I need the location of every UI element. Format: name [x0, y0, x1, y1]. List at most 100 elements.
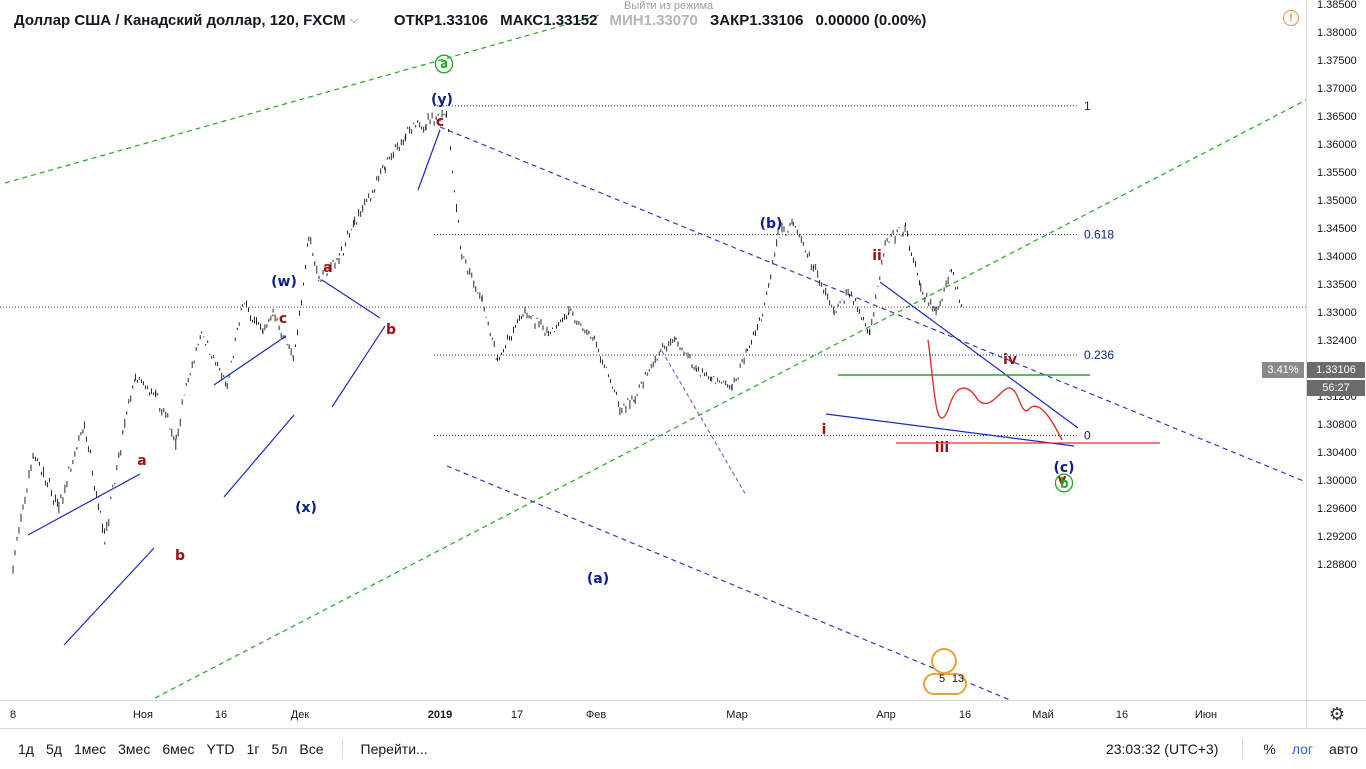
- goto-button[interactable]: Перейти...: [355, 741, 434, 757]
- fib-level-label: 1: [1084, 99, 1091, 113]
- price-tick-label: 1.38000: [1317, 27, 1357, 39]
- timeframe-button[interactable]: 3мес: [112, 741, 156, 757]
- wave-label: ii: [872, 248, 882, 264]
- price-tick-label: 1.38500: [1317, 0, 1357, 11]
- green-channel-upper: [4, 14, 601, 184]
- wave-label: iv: [1003, 352, 1017, 368]
- wave-label: (y): [431, 92, 453, 108]
- time-tick-label: 8: [9, 709, 17, 721]
- event-count-badge: 13: [952, 673, 964, 685]
- canada-flag-icon: [931, 648, 957, 674]
- auto-toggle[interactable]: авто: [1321, 741, 1366, 757]
- purple-trendline: [661, 350, 747, 496]
- close-value: 1.33106: [749, 11, 804, 29]
- time-tick-label: 17: [510, 709, 524, 721]
- divider: [1242, 739, 1244, 759]
- trend-line: [213, 335, 287, 386]
- wave-label: i: [822, 422, 827, 438]
- symbol-title[interactable]: Доллар США / Канадский доллар, 120, FXCM: [14, 12, 346, 29]
- timeframe-button[interactable]: YTD: [201, 741, 241, 757]
- time-tick-label: Апр: [876, 709, 896, 721]
- divider: [341, 739, 343, 759]
- price-tick-label: 1.33500: [1317, 279, 1357, 291]
- blue-channel-upper: [439, 126, 1306, 483]
- timeframe-button[interactable]: Все: [293, 741, 329, 757]
- price-tick-label: 1.33000: [1317, 307, 1357, 319]
- change-value: 0.00000 (0.00%): [815, 11, 927, 29]
- percent-toggle[interactable]: %: [1255, 741, 1283, 757]
- price-tick-label: 1.29200: [1317, 531, 1357, 543]
- bottom-toolbar: 1д 5д 1мес 3мес 6мес YTD 1г 5л Все Перейти... 23…: [0, 728, 1366, 769]
- price-axis[interactable]: 1.38500 1.38000 1.37500 1.37000 1.36500 1.360…: [1306, 0, 1366, 700]
- price-tick-label: 1.28800: [1317, 559, 1357, 571]
- exit-mode-tooltip: Выйти из режима: [624, 0, 714, 12]
- low-label: МИН: [609, 11, 644, 29]
- wave-label: ⓐ: [434, 53, 453, 76]
- price-chart[interactable]: 10.6180.2360 ⓐ(y)c(w)abcab(x)(b)iiiiiiiv…: [0, 0, 1306, 700]
- price-tick-label: 1.34000: [1317, 251, 1357, 263]
- price-tick-label: 1.35000: [1317, 195, 1357, 207]
- wave-label: (b): [760, 216, 783, 232]
- price-tick-label: 1.35500: [1317, 167, 1357, 179]
- trend-line: [879, 281, 1079, 429]
- wave-label: a: [137, 453, 146, 469]
- trend-line: [825, 413, 1075, 447]
- time-tick-label: Дек: [290, 709, 310, 721]
- close-label: ЗАКР: [709, 11, 750, 29]
- price-tick-label: 1.37000: [1317, 83, 1357, 95]
- wave-label: b: [386, 322, 396, 338]
- timeframe-button[interactable]: 5л: [265, 741, 293, 757]
- chart-area[interactable]: 1 0.618 0.236 0 ⓐ (y) c (w) a b c a b (x) (b) ii i iii iv…: [0, 0, 1306, 700]
- timeframe-button[interactable]: 1г: [241, 741, 266, 757]
- time-axis[interactable]: 8 Ноя 16 Дек 2019 17 Фев Мар Апр 16 Май 16 Июн: [0, 700, 1306, 729]
- high-value: 1.33152: [543, 11, 598, 29]
- time-tick-label: Ноя: [132, 709, 154, 721]
- time-tick-label: 2019: [427, 709, 453, 721]
- trend-line: [331, 325, 386, 408]
- price-tick-label: 1.30000: [1317, 475, 1357, 487]
- time-tick-label: 16: [214, 709, 228, 721]
- timeframe-button[interactable]: 1мес: [68, 741, 112, 757]
- price-tick-label: 1.29600: [1317, 503, 1357, 515]
- fib-level-label: 0.618: [1084, 228, 1114, 242]
- time-tick-label: 16: [958, 709, 972, 721]
- open-label: ОТКР: [393, 11, 434, 29]
- wave-label: c: [279, 311, 287, 327]
- log-toggle[interactable]: лог: [1284, 741, 1321, 757]
- price-tick-label: 1.30800: [1317, 419, 1357, 431]
- price-tick-label: 1.36500: [1317, 111, 1357, 123]
- time-tick-label: Мар: [726, 709, 748, 721]
- timeframe-button[interactable]: 6мес: [156, 741, 200, 757]
- current-price-label: 1.33106: [1307, 362, 1365, 378]
- time-tick-label: Фев: [585, 709, 607, 721]
- timeframe-button[interactable]: 1д: [12, 741, 40, 757]
- trend-line: [417, 129, 441, 191]
- current-price-percent: 3.41%: [1262, 362, 1304, 378]
- clock[interactable]: 23:03:32 (UTC+3): [1094, 741, 1230, 757]
- price-tick-label: 1.32400: [1317, 335, 1357, 347]
- symbol-legend: Доллар США / Канадский доллар, 120, FXCM…: [14, 8, 930, 32]
- chevron-down-icon[interactable]: ⌵: [350, 14, 358, 27]
- wave-label: c: [436, 114, 444, 130]
- trend-line: [321, 279, 381, 319]
- fib-level-label: 0: [1084, 429, 1091, 443]
- wave-label: (w): [271, 274, 297, 290]
- trend-line: [27, 473, 141, 536]
- high-label: МАКС: [500, 11, 544, 29]
- price-tick-label: 1.37500: [1317, 55, 1357, 67]
- trend-line: [223, 414, 295, 498]
- price-tick-label: 1.34500: [1317, 223, 1357, 235]
- alert-icon[interactable]: !: [1283, 10, 1299, 26]
- timeframe-button[interactable]: 5д: [40, 741, 68, 757]
- open-value: 1.33106: [433, 11, 489, 29]
- wave-label: ⓑ: [1054, 472, 1073, 495]
- timeframe-list: 1д 5д 1мес 3мес 6мес YTD 1г 5л Все: [12, 741, 330, 757]
- wave-label: b: [175, 548, 185, 564]
- blue-channel-lower: [446, 465, 1011, 700]
- time-tick-label: Июн: [1194, 709, 1218, 721]
- bar-countdown: 56:27: [1307, 380, 1365, 396]
- price-tick-label: 1.30400: [1317, 447, 1357, 459]
- low-value: 1.33070: [643, 11, 698, 29]
- time-tick-label: 16: [1115, 709, 1129, 721]
- gear-icon[interactable]: ⚙: [1306, 700, 1366, 729]
